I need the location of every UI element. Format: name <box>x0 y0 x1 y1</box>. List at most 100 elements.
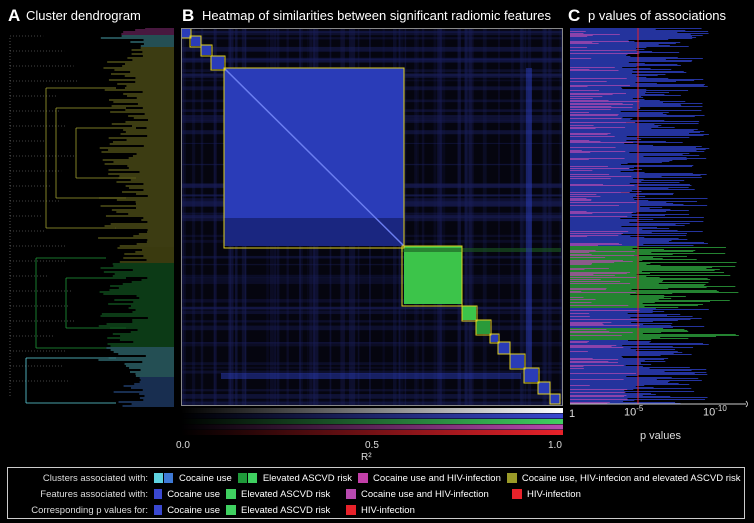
p-value-bar <box>570 150 582 151</box>
heatmap-band <box>543 28 547 406</box>
colorbar-tick-1: 0.5 <box>365 440 379 451</box>
p-value-bar <box>570 92 670 93</box>
p-value-bar <box>570 401 624 402</box>
p-value-bar <box>570 340 629 341</box>
p-value-bar <box>570 327 673 328</box>
p-value-bar <box>570 134 608 135</box>
green-band <box>401 248 561 252</box>
p-value-bar <box>570 175 701 176</box>
p-value-bar <box>570 133 611 134</box>
legend-label: HIV-infection <box>361 504 415 516</box>
p-value-bar <box>570 70 619 71</box>
p-value-bar <box>570 242 705 243</box>
p-value-bar <box>570 74 666 75</box>
p-value-bar <box>570 400 635 401</box>
p-value-bar <box>570 79 704 80</box>
legend-item: Cocaine use <box>154 473 232 484</box>
p-value-bar <box>570 308 656 309</box>
p-value-bar <box>570 216 628 217</box>
swatch-cocaine-feature <box>154 489 163 499</box>
p-value-bar <box>570 64 678 65</box>
p-value-bar <box>570 363 641 364</box>
p-value-bar <box>570 130 694 131</box>
panel-b-letter: B <box>182 6 195 25</box>
p-value-bar <box>570 137 690 138</box>
p-value-bar <box>570 75 658 76</box>
p-value-bar <box>570 253 726 254</box>
p-value-bar <box>570 147 616 148</box>
p-value-bar <box>570 177 702 178</box>
p-value-bar <box>570 288 607 289</box>
p-value-bar <box>570 252 590 253</box>
colorbar-tick-2: 1.0 <box>548 440 562 451</box>
colorbar-label: R² <box>361 452 372 463</box>
p-value-bar <box>570 394 656 395</box>
p-value-bar <box>570 212 633 213</box>
p-value-bar <box>570 294 631 295</box>
p-value-bar <box>570 128 596 129</box>
heatmap-band <box>468 28 474 406</box>
p-value-bar <box>570 329 607 330</box>
p-value-bar <box>570 398 628 399</box>
p-value-bar <box>570 271 642 272</box>
p-value-bar <box>570 131 705 132</box>
legend-row-clusters: Clusters associated with: Cocaine use El… <box>8 470 746 486</box>
p-value-bar <box>570 264 592 265</box>
p-value-bar <box>570 31 709 32</box>
p-value-bar <box>570 135 704 136</box>
green-cluster-block <box>404 246 462 304</box>
p-value-bar <box>570 228 670 229</box>
p-value-bar <box>570 157 687 158</box>
p-value-bar <box>570 155 700 156</box>
heatmap-band <box>181 255 563 259</box>
p-value-bar <box>570 291 582 292</box>
p-value-bar <box>570 185 635 186</box>
p-value-bar <box>570 260 623 261</box>
p-value-bar <box>570 62 629 63</box>
p-value-bar <box>570 297 664 298</box>
p-value-bar <box>570 188 669 189</box>
p-value-bar <box>570 371 665 372</box>
legend-label: Elevated ASCVD risk <box>241 488 331 500</box>
p-value-bar <box>570 184 604 185</box>
p-value-bar <box>570 55 627 56</box>
swatch-hiv-p <box>346 505 356 515</box>
p-value-bar <box>570 296 686 297</box>
p-value-bar <box>570 383 679 384</box>
p-value-bar <box>570 227 657 228</box>
p-value-bar <box>570 319 639 320</box>
p-value-bar <box>570 171 621 172</box>
heatmap-band <box>181 394 563 399</box>
panel-c-letter: C <box>568 6 581 25</box>
p-value-bar <box>570 197 634 198</box>
p-value-bar <box>570 166 608 167</box>
p-value-bar <box>570 36 588 37</box>
p-value-bar <box>570 256 687 257</box>
p-value-bar <box>570 378 699 379</box>
p-value-bar <box>570 138 637 139</box>
p-value-bar <box>570 201 698 202</box>
p-value-bar <box>570 68 651 69</box>
p-value-bar <box>570 163 628 164</box>
heatmap-band <box>526 68 532 368</box>
p-value-bar <box>570 58 592 59</box>
p-value-bar <box>570 209 671 210</box>
legend-row-heading: Corresponding p values for: <box>31 504 148 516</box>
p-value-bar <box>570 220 638 221</box>
p-value-bar <box>570 173 693 174</box>
p-value-bar <box>570 318 702 319</box>
p-value-bar <box>570 376 627 377</box>
p-value-bar <box>570 237 645 238</box>
p-value-bar <box>570 302 592 303</box>
p-value-bar <box>570 73 633 74</box>
p-value-bar <box>570 53 639 54</box>
p-value-bar <box>570 96 603 97</box>
p-value-bar <box>570 354 692 355</box>
p-value-bar <box>570 397 708 398</box>
p-value-bar <box>570 317 631 318</box>
diagonal-block <box>191 36 201 46</box>
p-value-bar <box>570 143 625 144</box>
colorbar-strip <box>181 419 563 424</box>
p-value-bar <box>570 245 599 246</box>
p-value-bar <box>570 286 736 287</box>
